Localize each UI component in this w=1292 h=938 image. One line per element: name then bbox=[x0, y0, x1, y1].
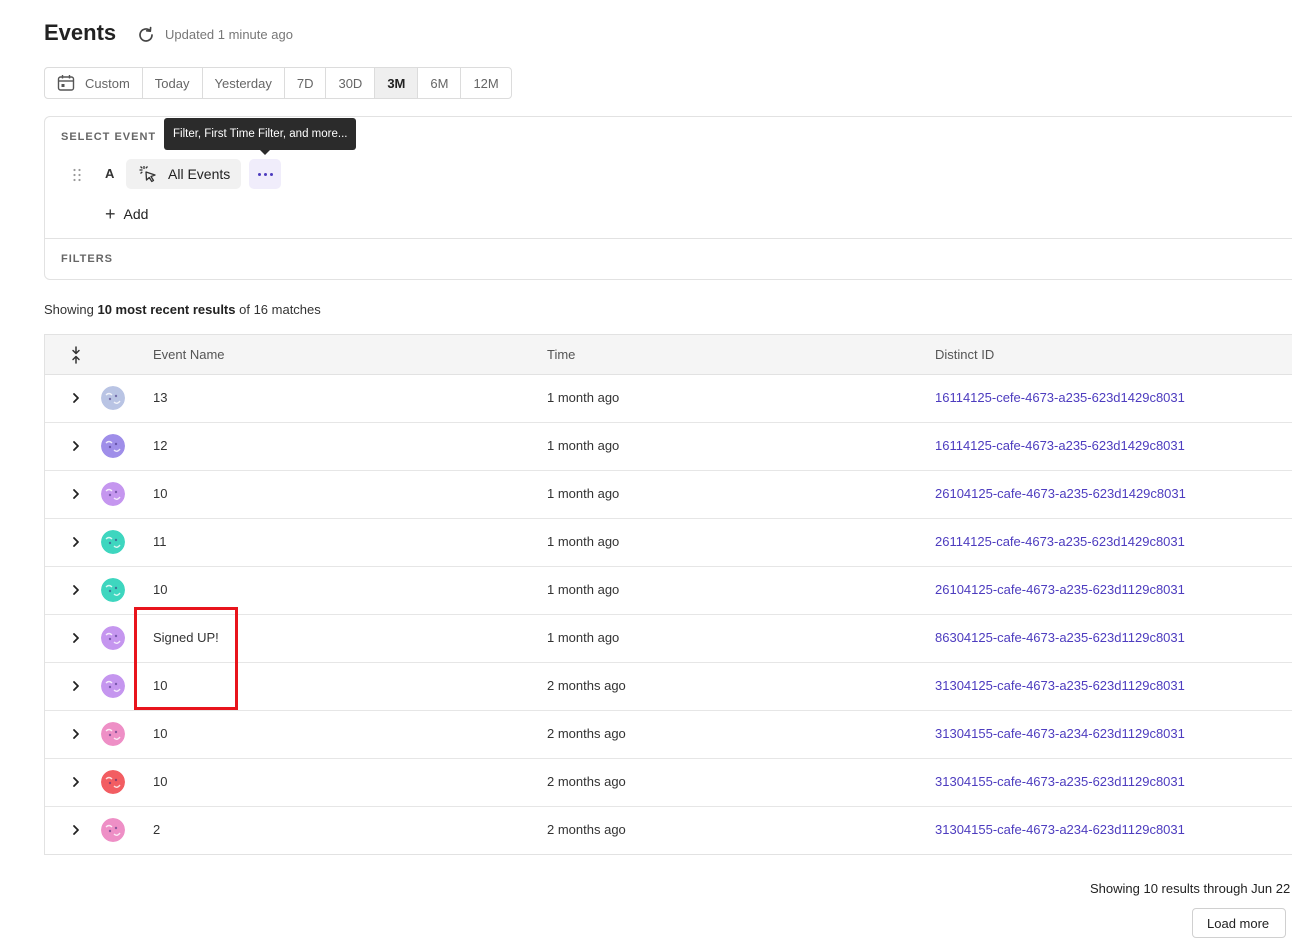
range-12m-button[interactable]: 12M bbox=[461, 68, 510, 98]
avatar bbox=[101, 578, 125, 602]
collapse-all-icon[interactable] bbox=[69, 346, 83, 364]
avatar bbox=[101, 434, 125, 458]
chevron-right-icon[interactable] bbox=[71, 488, 81, 500]
distinct-id-link[interactable]: 26114125-cafe-4673-a235-623d1429c8031 bbox=[935, 534, 1185, 549]
distinct-id-link[interactable]: 16114125-cefe-4673-a235-623d1429c8031 bbox=[935, 390, 1185, 405]
all-events-selector[interactable]: All Events bbox=[126, 159, 241, 189]
summary-suffix: of 16 matches bbox=[235, 302, 321, 317]
chevron-right-icon[interactable] bbox=[71, 392, 81, 404]
time-cell: 1 month ago bbox=[547, 438, 620, 453]
more-options-button[interactable] bbox=[249, 159, 281, 189]
more-options-tooltip: Filter, First Time Filter, and more... bbox=[164, 118, 357, 155]
table-row[interactable]: 11 1 month ago 26114125-cafe-4673-a235-623… bbox=[45, 519, 1292, 567]
avatar bbox=[101, 482, 125, 506]
events-table: Event Name Time Distinct ID 13 1 month ag… bbox=[44, 334, 1292, 855]
time-cell: 2 months ago bbox=[547, 774, 626, 789]
chevron-right-icon[interactable] bbox=[71, 632, 81, 644]
event-letter: A bbox=[105, 166, 115, 181]
calendar-icon bbox=[57, 75, 75, 91]
time-cell: 2 months ago bbox=[547, 726, 626, 741]
load-more-button[interactable]: Load more bbox=[1192, 908, 1286, 938]
event-name-cell: 10 bbox=[153, 774, 168, 789]
range-30d-button[interactable]: 30D bbox=[326, 68, 376, 98]
event-name-cell: 10 bbox=[153, 726, 168, 741]
event-name-cell: 10 bbox=[153, 486, 168, 501]
results-summary: Showing 10 most recent results of 16 mat… bbox=[44, 302, 321, 317]
column-event-name[interactable]: Event Name bbox=[153, 347, 225, 362]
event-name-cell: 13 bbox=[153, 390, 168, 405]
time-cell: 1 month ago bbox=[547, 582, 620, 597]
column-time[interactable]: Time bbox=[547, 347, 575, 362]
avatar bbox=[101, 770, 125, 794]
distinct-id-link[interactable]: 31304125-cafe-4673-a235-623d1129c8031 bbox=[935, 678, 1185, 693]
event-name-cell: 12 bbox=[153, 438, 168, 453]
last-updated-text: Updated 1 minute ago bbox=[165, 27, 293, 42]
avatar bbox=[101, 530, 125, 554]
time-cell: 1 month ago bbox=[547, 534, 620, 549]
chevron-right-icon[interactable] bbox=[71, 824, 81, 836]
range-today-button[interactable]: Today bbox=[143, 68, 203, 98]
event-name-cell: 2 bbox=[153, 822, 161, 837]
plus-icon: + bbox=[105, 204, 116, 224]
filters-label: FILTERS bbox=[61, 253, 114, 265]
chevron-right-icon[interactable] bbox=[71, 536, 81, 548]
panel-divider bbox=[45, 238, 1292, 239]
chevron-right-icon[interactable] bbox=[71, 728, 81, 740]
date-range-selector: Custom Today Yesterday 7D 30D 3M 6M 12M bbox=[44, 67, 512, 99]
refresh-icon[interactable] bbox=[136, 25, 156, 45]
time-cell: 2 months ago bbox=[547, 678, 626, 693]
add-event-label: Add bbox=[123, 206, 149, 222]
column-distinct-id[interactable]: Distinct ID bbox=[935, 347, 994, 362]
ellipsis-icon bbox=[257, 172, 261, 176]
results-through-text: Showing 10 results through Jun 22 bbox=[1090, 881, 1291, 896]
page-title: Events bbox=[44, 20, 117, 45]
summary-prefix: Showing bbox=[44, 302, 98, 317]
all-events-label: All Events bbox=[168, 166, 231, 182]
cursor-click-icon bbox=[139, 166, 156, 183]
table-header: Event Name Time Distinct ID bbox=[45, 335, 1292, 375]
select-event-label: SELECT EVENT bbox=[61, 131, 157, 143]
distinct-id-link[interactable]: 31304155-cafe-4673-a235-623d1129c8031 bbox=[935, 774, 1185, 789]
event-name-cell: 11 bbox=[153, 534, 167, 549]
table-row[interactable]: 10 1 month ago 26104125-cafe-4673-a235-623… bbox=[45, 471, 1292, 519]
chevron-right-icon[interactable] bbox=[71, 680, 81, 692]
distinct-id-link[interactable]: 26104125-cafe-4673-a235-623d1429c8031 bbox=[935, 486, 1186, 501]
distinct-id-link[interactable]: 31304155-cafe-4673-a234-623d1129c8031 bbox=[935, 822, 1185, 837]
chevron-right-icon[interactable] bbox=[71, 776, 81, 788]
avatar bbox=[101, 674, 125, 698]
range-6m-button[interactable]: 6M bbox=[418, 68, 462, 98]
table-row[interactable]: 12 1 month ago 16114125-cafe-4673-a235-623… bbox=[45, 423, 1292, 471]
range-7d-button[interactable]: 7D bbox=[285, 68, 327, 98]
highlight-annotation-box bbox=[134, 607, 238, 710]
time-cell: 1 month ago bbox=[547, 630, 620, 645]
summary-bold: 10 most recent results bbox=[97, 302, 236, 317]
time-cell: 1 month ago bbox=[547, 390, 620, 405]
range-custom-button[interactable]: Custom bbox=[45, 68, 143, 98]
add-event-button[interactable]: + Add bbox=[105, 205, 148, 223]
avatar bbox=[101, 818, 125, 842]
table-row[interactable]: 10 2 months ago 31304155-cafe-4673-a235-62… bbox=[45, 759, 1292, 807]
avatar bbox=[101, 386, 125, 410]
chevron-right-icon[interactable] bbox=[71, 440, 81, 452]
drag-handle-icon[interactable] bbox=[72, 168, 82, 182]
avatar bbox=[101, 626, 125, 650]
distinct-id-link[interactable]: 31304155-cafe-4673-a234-623d1129c8031 bbox=[935, 726, 1185, 741]
range-custom-label: Custom bbox=[85, 75, 130, 91]
distinct-id-link[interactable]: 86304125-cafe-4673-a235-623d1129c8031 bbox=[935, 630, 1185, 645]
range-yesterday-button[interactable]: Yesterday bbox=[203, 68, 285, 98]
distinct-id-link[interactable]: 26104125-cafe-4673-a235-623d1129c8031 bbox=[935, 582, 1185, 597]
table-row[interactable]: 2 2 months ago 31304155-cafe-4673-a234-623… bbox=[45, 807, 1292, 854]
table-row[interactable]: 13 1 month ago 16114125-cefe-4673-a235-623… bbox=[45, 375, 1292, 423]
distinct-id-link[interactable]: 16114125-cafe-4673-a235-623d1429c8031 bbox=[935, 438, 1185, 453]
chevron-right-icon[interactable] bbox=[71, 584, 81, 596]
range-3m-button[interactable]: 3M bbox=[375, 68, 419, 98]
table-row[interactable]: 10 2 months ago 31304155-cafe-4673-a234-62… bbox=[45, 711, 1292, 759]
time-cell: 1 month ago bbox=[547, 486, 620, 501]
avatar bbox=[101, 722, 125, 746]
event-name-cell: 10 bbox=[153, 582, 168, 597]
time-cell: 2 months ago bbox=[547, 822, 626, 837]
